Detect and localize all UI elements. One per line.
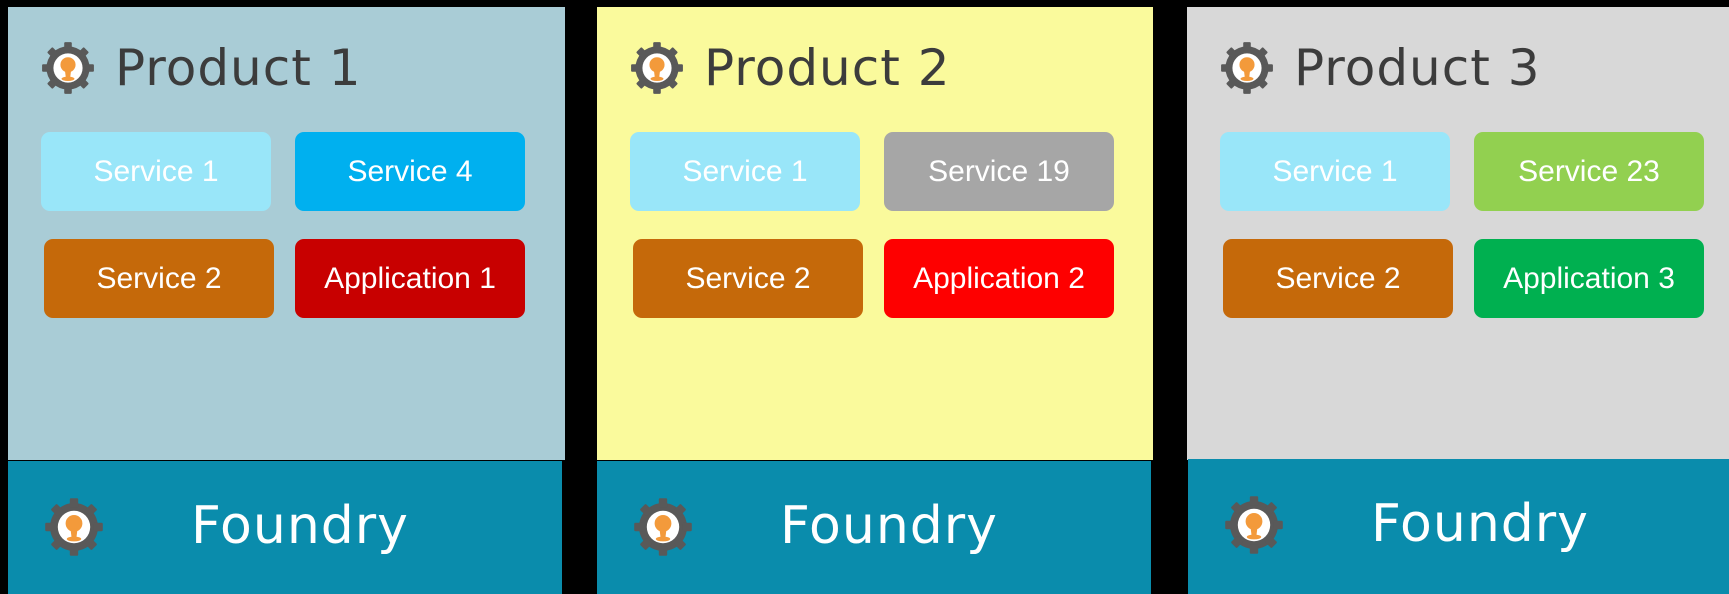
service-tile: Service 2: [1223, 239, 1453, 318]
product-header: Product 1: [41, 35, 362, 101]
gear-person-icon: [44, 497, 104, 557]
service-tile: Service 1: [630, 132, 860, 211]
foundry-bar: Foundry: [1188, 459, 1729, 594]
application-tile: Application 3: [1474, 239, 1704, 318]
product-header: Product 2: [630, 35, 951, 101]
application-tile: Application 1: [295, 239, 525, 318]
foundry-label: Foundry: [191, 496, 409, 556]
gear-person-icon: [633, 497, 693, 557]
service-tile: Service 1: [41, 132, 271, 211]
foundry-label: Foundry: [780, 496, 998, 556]
product-title: Product 3: [1294, 39, 1541, 97]
product-panel-3: Product 3 Service 1 Service 23 Service 2…: [1187, 7, 1729, 460]
service-tile: Service 4: [295, 132, 525, 211]
gear-person-icon: [1220, 41, 1274, 95]
product-title: Product 2: [704, 39, 951, 97]
service-tile: Service 1: [1220, 132, 1450, 211]
product-title: Product 1: [115, 39, 362, 97]
foundry-bar: Foundry: [8, 461, 562, 594]
foundry-bar: Foundry: [597, 461, 1151, 594]
gear-person-icon: [1224, 495, 1284, 555]
service-tile: Service 2: [633, 239, 863, 318]
foundry-label: Foundry: [1371, 494, 1589, 554]
product-panel-1: Product 1 Service 1 Service 4 Service 2 …: [8, 7, 565, 460]
application-tile: Application 2: [884, 239, 1114, 318]
service-tile: Service 19: [884, 132, 1114, 211]
product-panel-2: Product 2 Service 1 Service 19 Service 2…: [597, 7, 1153, 460]
service-tile: Service 23: [1474, 132, 1704, 211]
service-tile: Service 2: [44, 239, 274, 318]
gear-person-icon: [630, 41, 684, 95]
product-header: Product 3: [1220, 35, 1541, 101]
gear-person-icon: [41, 41, 95, 95]
